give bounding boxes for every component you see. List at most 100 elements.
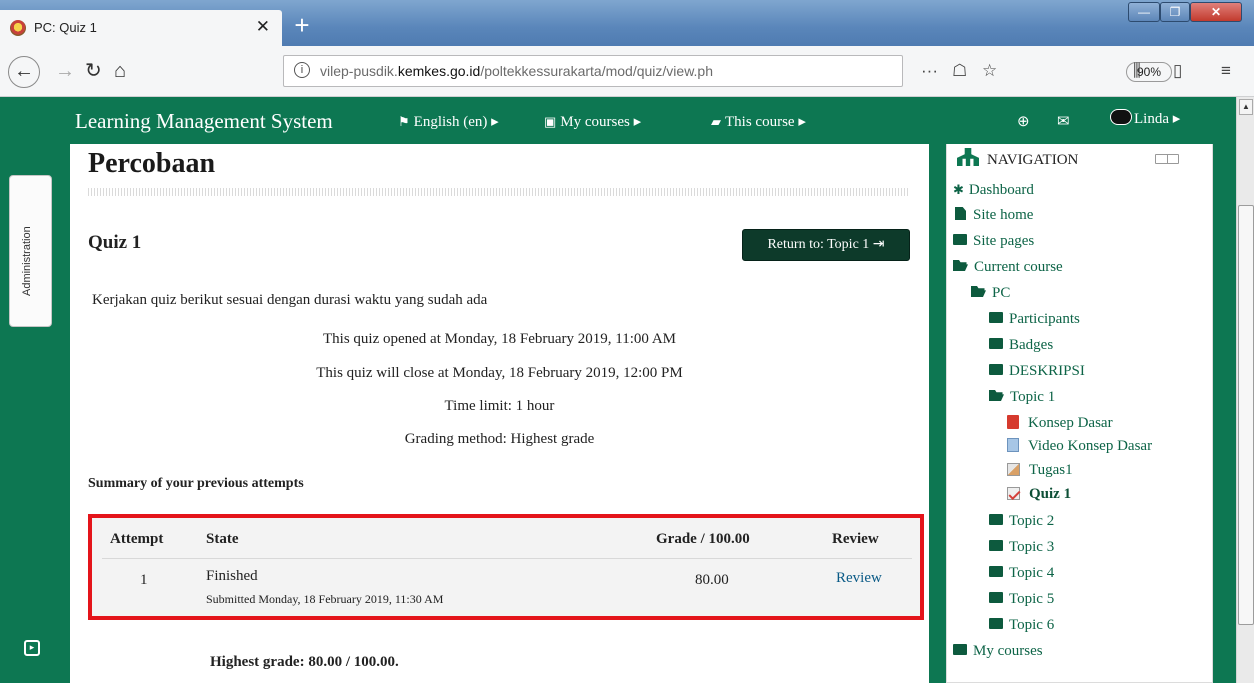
attempt-state: Finished bbox=[206, 568, 258, 584]
nav-tugas1[interactable]: Tugas1 bbox=[1007, 462, 1073, 479]
folder-icon bbox=[953, 234, 967, 245]
quiz-icon bbox=[1007, 487, 1020, 500]
avatar bbox=[1110, 109, 1132, 125]
drawer-label: Administration bbox=[21, 226, 33, 296]
column-header: State bbox=[206, 531, 239, 547]
site-favicon-icon bbox=[10, 20, 26, 36]
language-menu[interactable]: ⚑ English (en) ▸ bbox=[398, 112, 499, 131]
nav-current-course[interactable]: Current course bbox=[953, 259, 1063, 276]
close-window-button[interactable]: ✕ bbox=[1190, 2, 1242, 22]
flag-icon: ⚑ bbox=[398, 114, 410, 129]
nav-konsep-dasar[interactable]: Konsep Dasar bbox=[1007, 415, 1113, 432]
administration-drawer-tab[interactable]: Administration bbox=[9, 175, 52, 327]
quiz-close-date: This quiz will close at Monday, 18 Febru… bbox=[316, 365, 683, 381]
new-tab-button[interactable]: + bbox=[284, 10, 320, 42]
sign-in-icon: ⇥ bbox=[872, 237, 885, 252]
folder-open-icon bbox=[953, 260, 968, 271]
folder-open-icon bbox=[971, 286, 986, 297]
attempt-number: 1 bbox=[140, 572, 148, 588]
close-tab-icon[interactable]: ✕ bbox=[256, 17, 270, 37]
page-title: Percobaan bbox=[88, 148, 216, 179]
folder-icon bbox=[989, 312, 1003, 323]
nav-site-pages[interactable]: Site pages bbox=[953, 233, 1034, 250]
folder-icon bbox=[989, 618, 1003, 629]
nav-topic-6[interactable]: Topic 6 bbox=[989, 617, 1054, 634]
folder-icon bbox=[989, 540, 1003, 551]
nav-dashboard[interactable]: ✱ Dashboard bbox=[953, 182, 1034, 199]
return-to-topic-button[interactable]: Return to: Topic 1 ⇥ bbox=[742, 229, 910, 261]
pocket-icon[interactable]: ☖ bbox=[952, 61, 967, 81]
highest-grade: Highest grade: 80.00 / 100.00. bbox=[210, 654, 399, 670]
folder-open-icon bbox=[989, 390, 1004, 401]
folder-icon bbox=[989, 592, 1003, 603]
nav-topic-1[interactable]: Topic 1 bbox=[989, 389, 1055, 406]
nav-pc[interactable]: PC bbox=[971, 285, 1010, 302]
summary-title: Summary of your previous attempts bbox=[88, 476, 304, 491]
my-courses-menu[interactable]: ▣ My courses ▸ bbox=[544, 112, 641, 131]
folder-icon bbox=[989, 514, 1003, 525]
column-header: Attempt bbox=[110, 531, 164, 547]
home-icon[interactable]: ⌂ bbox=[114, 59, 126, 83]
nav-quiz-1[interactable]: Quiz 1 bbox=[1007, 486, 1071, 503]
scroll-up-icon[interactable]: ▲ bbox=[1239, 99, 1253, 115]
forward-icon[interactable]: → bbox=[55, 59, 75, 83]
navigation-block: NAVIGATION ✱ Dashboard Site home Site pag… bbox=[946, 144, 1213, 683]
sidebar-toggle-icon[interactable]: ▯ bbox=[1173, 61, 1182, 81]
nav-topic-5[interactable]: Topic 5 bbox=[989, 591, 1054, 608]
messages-icon[interactable]: ✉ bbox=[1057, 112, 1070, 131]
bookmark-star-icon[interactable]: ☆ bbox=[982, 61, 997, 81]
folder-icon bbox=[989, 338, 1003, 349]
quiz-title: Quiz 1 bbox=[88, 232, 142, 253]
maximize-button[interactable]: ❐ bbox=[1160, 2, 1190, 22]
nav-topic-4[interactable]: Topic 4 bbox=[989, 565, 1054, 582]
block-controls-icon[interactable] bbox=[1155, 154, 1179, 164]
library-icon[interactable]: ⫼ bbox=[1133, 61, 1141, 81]
drawer-toggle-icon[interactable]: ▸ bbox=[24, 640, 40, 656]
video-file-icon bbox=[1007, 438, 1019, 452]
table-divider bbox=[102, 558, 912, 559]
reload-icon[interactable]: ↻ bbox=[85, 59, 102, 83]
column-header: Grade / 100.00 bbox=[656, 531, 750, 547]
folder-icon bbox=[989, 364, 1003, 375]
nav-participants[interactable]: Participants bbox=[989, 311, 1080, 328]
grading-method: Grading method: Highest grade bbox=[404, 431, 595, 447]
more-actions-icon[interactable]: ··· bbox=[921, 61, 938, 81]
attempt-grade: 80.00 bbox=[695, 572, 729, 588]
site-navbar: Learning Management System ⚑ English (en)… bbox=[0, 97, 1236, 144]
divider bbox=[88, 188, 910, 196]
nav-topic-2[interactable]: Topic 2 bbox=[989, 513, 1054, 530]
site-brand[interactable]: Learning Management System bbox=[75, 109, 333, 134]
sitemap-icon bbox=[957, 148, 979, 166]
main-content: Percobaan Quiz 1 Return to: Topic 1 ⇥ Ke… bbox=[70, 144, 929, 683]
menu-icon[interactable]: ≡ bbox=[1221, 61, 1231, 81]
site-info-icon[interactable]: i bbox=[294, 62, 310, 78]
nav-my-courses[interactable]: My courses bbox=[953, 643, 1043, 660]
address-bar[interactable]: i vilep-pusdik.kemkes.go.id/poltekkessur… bbox=[283, 55, 1172, 87]
user-menu[interactable]: Linda ▸ bbox=[1110, 109, 1180, 128]
page-scrollbar[interactable]: ▲ bbox=[1236, 97, 1254, 683]
book-icon: ▰ bbox=[711, 114, 721, 129]
browser-toolbar: ← → ↻ ⌂ i vilep-pusdik.kemkes.go.id/polt… bbox=[0, 46, 1254, 97]
scroll-thumb[interactable] bbox=[1238, 205, 1254, 625]
nav-topic-3[interactable]: Topic 3 bbox=[989, 539, 1054, 556]
add-block-icon[interactable]: ⊕ bbox=[1017, 112, 1030, 131]
assignment-icon bbox=[1007, 463, 1020, 476]
attempt-submitted: Submitted Monday, 18 February 2019, 11:3… bbox=[206, 592, 444, 606]
review-link[interactable]: Review bbox=[836, 570, 882, 587]
browser-titlebar: PC: Quiz 1 ✕ + — ❐ ✕ bbox=[0, 0, 1254, 46]
nav-badges[interactable]: Badges bbox=[989, 337, 1053, 354]
nav-deskripsi[interactable]: DESKRIPSI bbox=[989, 363, 1085, 380]
pdf-icon bbox=[1007, 415, 1019, 429]
time-limit: Time limit: 1 hour bbox=[444, 398, 555, 414]
back-button[interactable]: ← bbox=[8, 56, 40, 88]
briefcase-icon: ▣ bbox=[544, 114, 557, 129]
tab-title: PC: Quiz 1 bbox=[34, 20, 97, 35]
nav-site-home[interactable]: Site home bbox=[955, 207, 1033, 224]
column-header: Review bbox=[832, 531, 879, 547]
this-course-menu[interactable]: ▰ This course ▸ bbox=[711, 112, 806, 131]
nav-video-konsep-dasar[interactable]: Video Konsep Dasar bbox=[1007, 438, 1152, 455]
navigation-header: NAVIGATION bbox=[957, 148, 1078, 169]
minimize-button[interactable]: — bbox=[1128, 2, 1160, 22]
quiz-open-date: This quiz opened at Monday, 18 February … bbox=[322, 331, 676, 347]
browser-tab[interactable]: PC: Quiz 1 ✕ bbox=[0, 10, 282, 46]
